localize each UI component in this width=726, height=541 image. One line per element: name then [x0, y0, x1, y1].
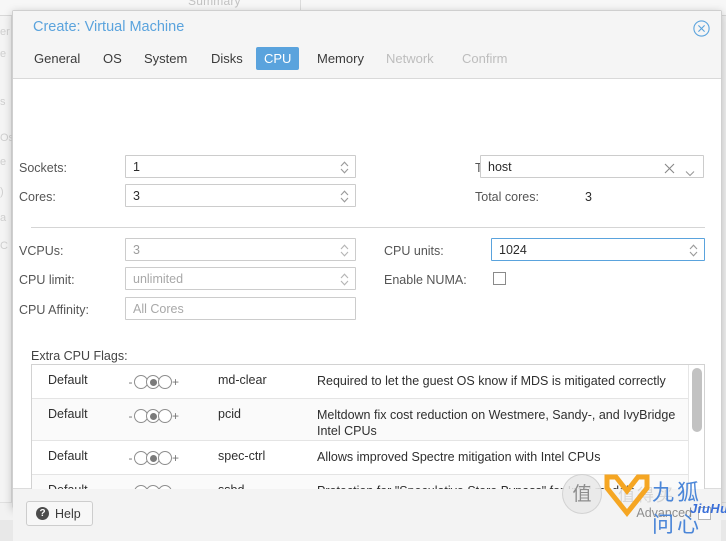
flag-radio-on[interactable]	[158, 375, 172, 389]
cpu-limit-input[interactable]: unlimited	[125, 267, 356, 290]
background-tree-line: C	[0, 240, 12, 252]
chevron-down-icon[interactable]	[685, 164, 695, 171]
cpu-limit-placeholder: unlimited	[133, 268, 183, 290]
tab-general[interactable]: General	[26, 47, 88, 70]
flag-radio-on[interactable]	[158, 451, 172, 465]
vcpus-stepper-icon[interactable]	[340, 243, 349, 258]
flag-on-label: +	[171, 451, 180, 465]
dialog-title: Create: Virtual Machine	[33, 19, 184, 35]
background-tree-line: a	[0, 212, 12, 224]
flag-name: md-clear	[218, 373, 267, 387]
cpu-units-input[interactable]: 1024	[491, 238, 705, 261]
tab-confirm: Confirm	[454, 47, 516, 70]
flag-tristate-control[interactable]: -+	[126, 375, 180, 389]
flag-state-label: Default	[48, 449, 88, 463]
advanced-checkbox[interactable]	[698, 507, 711, 520]
cores-stepper-icon[interactable]	[340, 189, 349, 204]
cpu-limit-stepper-icon[interactable]	[340, 272, 349, 287]
question-mark-icon: ?	[36, 507, 49, 520]
background-tree-line: e	[0, 156, 12, 168]
dialog-titlebar: Create: Virtual Machine	[13, 11, 721, 45]
sockets-value: 1	[133, 156, 140, 178]
close-circle-icon[interactable]	[693, 20, 710, 37]
background-tree-line: Os	[0, 132, 12, 144]
flag-radio-on[interactable]	[158, 409, 172, 423]
type-value: host	[488, 156, 512, 178]
create-vm-dialog: Create: Virtual Machine General OS Syste…	[12, 10, 722, 508]
help-button[interactable]: ? Help	[26, 501, 93, 526]
tab-memory[interactable]: Memory	[309, 47, 372, 70]
flag-name: pcid	[218, 407, 241, 421]
cores-label: Cores:	[19, 190, 56, 204]
tab-disks[interactable]: Disks	[203, 47, 251, 70]
dialog-body: Sockets: 1 Type: host	[13, 79, 721, 489]
dialog-footer: ? Help Advanced	[13, 489, 721, 541]
vcpus-input[interactable]: 3	[125, 238, 356, 261]
flags-scrollbar-thumb[interactable]	[692, 368, 702, 432]
background-tree-line: )	[0, 186, 12, 198]
help-button-label: Help	[55, 507, 81, 521]
table-row: Default -+ md-clear Required to let the gue…	[32, 365, 689, 399]
tab-network: Network	[378, 47, 442, 70]
table-row: Default -+ pcid Meltdown fix cost reduction…	[32, 399, 689, 441]
background-tree-line: er	[0, 26, 12, 38]
cpu-units-value: 1024	[499, 239, 527, 261]
flag-on-label: +	[171, 409, 180, 423]
sockets-label: Sockets:	[19, 161, 67, 175]
flag-description: Meltdown fix cost reduction on Westmere,…	[317, 407, 681, 439]
flag-description: Allows improved Spectre mitigation with …	[317, 449, 681, 465]
flag-state-label: Default	[48, 407, 88, 421]
advanced-label: Advanced	[636, 506, 692, 520]
cpu-affinity-placeholder: All Cores	[133, 298, 184, 320]
cores-value: 3	[133, 185, 140, 207]
flag-on-label: +	[171, 375, 180, 389]
sockets-stepper-icon[interactable]	[340, 160, 349, 175]
extra-cpu-flags-label: Extra CPU Flags:	[31, 349, 128, 363]
table-row: Default -+ spec-ctrl Allows improved Spectr…	[32, 441, 689, 475]
tab-os[interactable]: OS	[95, 47, 130, 70]
flag-tristate-control[interactable]: -+	[126, 409, 180, 423]
total-cores-label: Total cores:	[475, 190, 539, 204]
enable-numa-label: Enable NUMA:	[384, 273, 467, 287]
vcpus-value: 3	[133, 239, 140, 261]
tab-cpu[interactable]: CPU	[256, 47, 299, 70]
total-cores-value: 3	[585, 190, 592, 204]
section-divider	[31, 227, 705, 228]
background-tab-summary: Summary	[188, 0, 241, 8]
cpu-units-stepper-icon[interactable]	[689, 243, 698, 258]
cores-input[interactable]: 3	[125, 184, 356, 207]
tab-system[interactable]: System	[136, 47, 195, 70]
cpu-limit-label: CPU limit:	[19, 273, 75, 287]
clear-x-icon[interactable]	[664, 161, 675, 172]
background-tree-line: s	[0, 96, 12, 108]
cpu-affinity-label: CPU Affinity:	[19, 303, 89, 317]
cpu-affinity-input[interactable]: All Cores	[125, 297, 356, 320]
cpu-units-label: CPU units:	[384, 244, 444, 258]
type-combobox[interactable]: host	[480, 155, 704, 178]
vcpus-label: VCPUs:	[19, 244, 63, 258]
flag-tristate-control[interactable]: -+	[126, 451, 180, 465]
flag-state-label: Default	[48, 373, 88, 387]
flag-name: spec-ctrl	[218, 449, 265, 463]
background-tree-line: e	[0, 48, 12, 60]
advanced-toggle[interactable]: Advanced	[636, 506, 711, 520]
sockets-input[interactable]: 1	[125, 155, 356, 178]
enable-numa-checkbox[interactable]	[493, 272, 506, 285]
flag-description: Required to let the guest OS know if MDS…	[317, 373, 681, 389]
dialog-tabbar: General OS System Disks CPU Memory Netwo…	[13, 45, 721, 79]
background-sidebar	[0, 16, 12, 520]
